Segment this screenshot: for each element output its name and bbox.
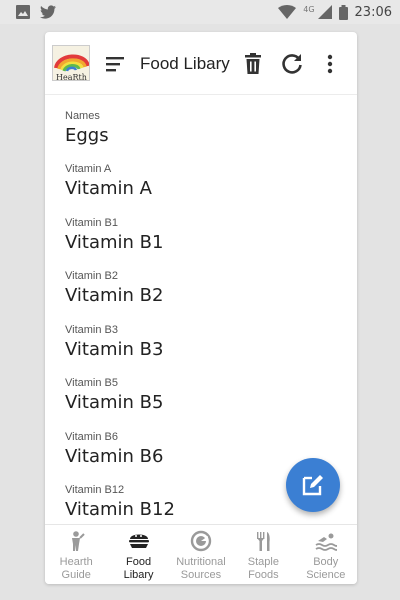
nav-label-line2: Foods xyxy=(248,569,279,581)
wifi-icon xyxy=(278,5,297,19)
person-icon xyxy=(72,531,85,551)
nutrition-icon xyxy=(190,530,212,552)
status-bar: 4G 23:06 xyxy=(0,0,400,24)
field-names: Names Eggs xyxy=(65,110,335,160)
swimmer-icon xyxy=(315,533,337,551)
gallery-notification-icon xyxy=(16,5,30,19)
logo-text: HeaRth xyxy=(56,73,87,81)
field-label: Vitamin B12 xyxy=(65,484,125,496)
nav-item-staple-foods[interactable]: Staple Foods xyxy=(232,525,294,584)
nav-label-line1: Body xyxy=(313,556,339,568)
clock: 23:06 xyxy=(354,4,392,20)
nav-label: Nutritional Sources xyxy=(170,556,232,582)
delete-button[interactable] xyxy=(240,51,266,77)
field-vitamin-b5: Vitamin B5 Vitamin B5 xyxy=(65,377,335,427)
field-label: Vitamin B2 xyxy=(65,270,118,282)
nav-label-line2: Science xyxy=(306,569,346,581)
food-bowl-icon xyxy=(128,534,149,548)
more-vert-icon xyxy=(327,54,333,74)
nav-item-hearth-guide[interactable]: Hearth Guide xyxy=(45,525,107,584)
status-left xyxy=(16,5,56,19)
nav-label: Food Libary xyxy=(107,556,169,582)
nav-item-food-libary[interactable]: Food Libary xyxy=(107,525,169,584)
food-library-card: HeaRth Food Libary Names Eggs Vitamin A … xyxy=(45,32,357,584)
battery-icon xyxy=(338,4,348,20)
refresh-button[interactable] xyxy=(279,51,305,77)
rainbow-logo-icon: HeaRth xyxy=(53,46,89,81)
field-label: Names xyxy=(65,110,100,122)
nav-label: Body Science xyxy=(295,556,357,582)
nav-label-line2: Libary xyxy=(123,569,154,581)
trash-icon xyxy=(245,53,261,74)
field-value[interactable]: Vitamin B12 xyxy=(65,499,175,520)
edit-fab-button[interactable] xyxy=(286,458,340,512)
field-value[interactable]: Vitamin B6 xyxy=(65,446,163,467)
twitter-notification-icon xyxy=(40,5,56,19)
menu-icon[interactable] xyxy=(103,52,127,76)
field-vitamin-b3: Vitamin B3 Vitamin B3 xyxy=(65,324,335,374)
nav-label: Hearth Guide xyxy=(45,556,107,582)
page-title: Food Libary xyxy=(140,54,230,73)
field-vitamin-b2: Vitamin B2 Vitamin B2 xyxy=(65,270,335,320)
utensils-icon xyxy=(257,532,271,551)
nav-label-line1: Nutritional xyxy=(176,556,226,568)
nav-label-line2: Guide xyxy=(61,569,91,581)
field-value[interactable]: Vitamin B5 xyxy=(65,392,163,413)
field-value[interactable]: Vitamin A xyxy=(65,178,152,199)
field-value[interactable]: Eggs xyxy=(65,125,109,146)
nav-label-line1: Staple xyxy=(247,556,279,568)
app-logo[interactable]: HeaRth xyxy=(52,45,90,81)
signal-icon xyxy=(317,5,332,19)
field-label: Vitamin B3 xyxy=(65,324,118,336)
nav-label: Staple Foods xyxy=(232,556,294,582)
field-value[interactable]: Vitamin B3 xyxy=(65,339,163,360)
field-label: Vitamin B5 xyxy=(65,377,118,389)
field-label: Vitamin B1 xyxy=(65,217,118,229)
nav-item-body-science[interactable]: Body Science xyxy=(295,525,357,584)
nav-label-line2: Sources xyxy=(180,569,222,581)
field-vitamin-a: Vitamin A Vitamin A xyxy=(65,163,335,213)
refresh-icon xyxy=(282,54,302,74)
field-vitamin-b1: Vitamin B1 Vitamin B1 xyxy=(65,217,335,267)
more-options-button[interactable] xyxy=(317,51,343,77)
field-value[interactable]: Vitamin B1 xyxy=(65,232,163,253)
field-label: Vitamin B6 xyxy=(65,431,118,443)
network-type: 4G xyxy=(303,4,315,14)
field-value[interactable]: Vitamin B2 xyxy=(65,285,163,306)
nav-label-line1: Food xyxy=(126,556,152,568)
toolbar: HeaRth Food Libary xyxy=(45,32,357,95)
bottom-navigation: Hearth Guide Food Libary Nutritional Sou… xyxy=(45,524,357,584)
nav-item-nutritional-sources[interactable]: Nutritional Sources xyxy=(170,525,232,584)
status-right: 4G 23:06 xyxy=(278,4,392,20)
nav-label-line1: Hearth xyxy=(59,556,93,568)
edit-icon xyxy=(302,475,323,496)
field-label: Vitamin A xyxy=(65,163,112,175)
